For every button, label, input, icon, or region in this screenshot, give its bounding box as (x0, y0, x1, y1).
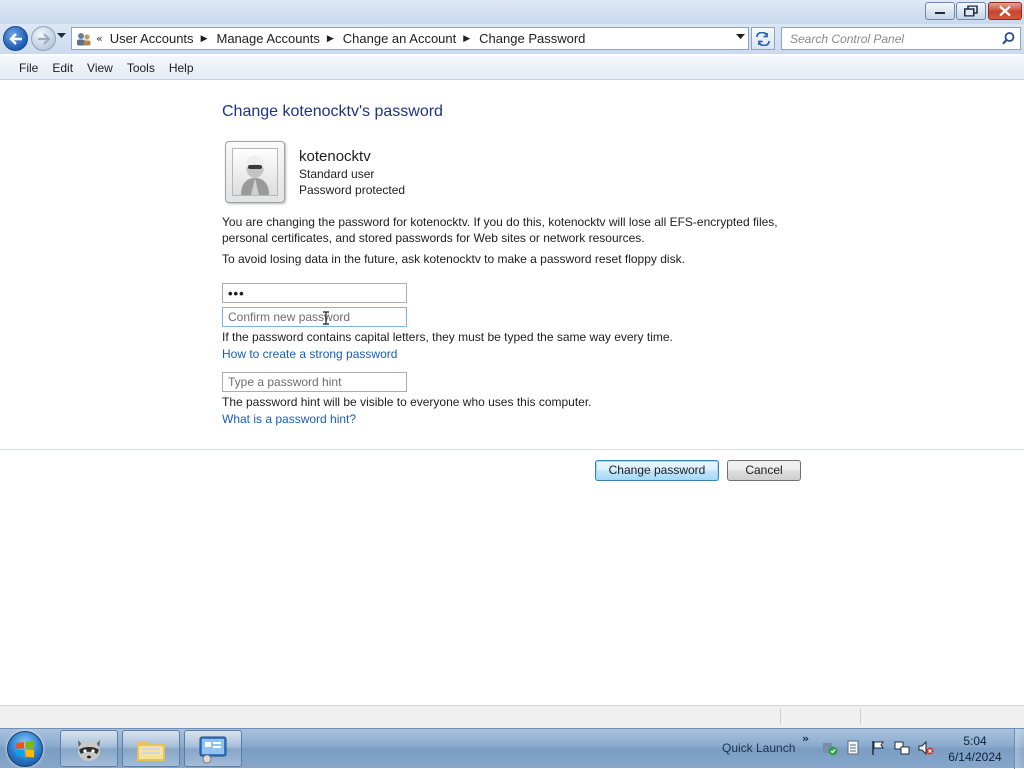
menu-file[interactable]: File (12, 59, 45, 77)
warning-text: You are changing the password for koteno… (222, 215, 778, 245)
folder-icon (137, 740, 165, 761)
strong-password-link[interactable]: How to create a strong password (222, 347, 397, 361)
control-panel-icon (199, 736, 227, 763)
back-button[interactable] (3, 26, 28, 51)
quick-launch-label[interactable]: Quick Launch (722, 741, 795, 755)
breadcrumb-user-accounts[interactable]: User Accounts (107, 31, 197, 46)
cancel-button[interactable]: Cancel (727, 460, 801, 481)
taskbar-app-control-panel[interactable] (184, 730, 242, 767)
windows-logo-icon (16, 740, 34, 758)
divider (0, 449, 1024, 450)
quick-launch-chevron-icon[interactable]: » (802, 732, 809, 745)
action-center-flag-icon[interactable] (868, 737, 888, 759)
system-tray (820, 737, 936, 759)
hint-visibility-note: The password hint will be visible to eve… (222, 395, 592, 409)
password-hint-field[interactable] (222, 372, 407, 392)
refresh-icon (756, 31, 770, 46)
main-content: Change kotenocktv's password kotenocktv … (0, 81, 1024, 705)
menu-bar: File Edit View Tools Help (0, 56, 1024, 80)
forward-arrow-icon (37, 32, 51, 45)
user-account-type: Standard user (299, 167, 375, 181)
search-input[interactable] (782, 28, 992, 49)
back-arrow-icon (8, 32, 22, 45)
status-bar (0, 705, 1024, 728)
menu-edit[interactable]: Edit (45, 59, 80, 77)
minimize-icon (935, 12, 945, 14)
status-separator (860, 709, 861, 725)
close-icon (999, 5, 1011, 17)
new-password-field[interactable] (222, 283, 407, 303)
forward-button[interactable] (31, 26, 56, 51)
menu-tools[interactable]: Tools (120, 59, 162, 77)
taskbar-app-explorer[interactable] (122, 730, 180, 767)
minimize-button[interactable] (925, 2, 955, 20)
navigation-bar: « User Accounts ▶ Manage Accounts ▶ Chan… (0, 24, 1024, 54)
user-accounts-icon (74, 29, 94, 49)
start-button[interactable] (3, 730, 47, 768)
menu-help[interactable]: Help (162, 59, 201, 77)
clock[interactable]: 5:04 6/14/2024 (942, 733, 1008, 765)
address-dropdown-chevron-icon[interactable] (736, 34, 745, 40)
breadcrumb-arrow-icon[interactable]: ▶ (463, 34, 470, 44)
address-bar[interactable]: « User Accounts ▶ Manage Accounts ▶ Chan… (71, 27, 749, 50)
document-icon[interactable] (844, 737, 864, 759)
search-icon[interactable] (1002, 32, 1015, 45)
taskbar: Quick Launch » 5:04 6/14/2024 (0, 728, 1024, 769)
refresh-button[interactable] (751, 27, 775, 50)
recent-pages-chevron-down-icon[interactable] (57, 33, 66, 39)
volume-muted-icon[interactable] (916, 737, 936, 759)
user-name: kotenocktv (299, 148, 371, 165)
avatar (225, 141, 285, 203)
capital-letters-note: If the password contains capital letters… (222, 330, 673, 344)
change-password-button[interactable]: Change password (595, 460, 719, 481)
clock-time: 5:04 (963, 734, 987, 748)
title-bar (0, 0, 1024, 24)
password-hint-help-link[interactable]: What is a password hint? (222, 412, 356, 426)
restore-button[interactable] (956, 2, 986, 20)
breadcrumb-change-an-account[interactable]: Change an Account (340, 31, 459, 46)
breadcrumb-overflow[interactable]: « (96, 32, 103, 45)
restore-icon (964, 5, 978, 17)
close-button[interactable] (988, 2, 1022, 20)
breadcrumb-arrow-icon[interactable]: ▶ (201, 34, 208, 44)
user-picture-icon (241, 155, 269, 195)
search-box[interactable] (781, 27, 1021, 50)
text-cursor-icon (323, 311, 329, 325)
breadcrumb-manage-accounts[interactable]: Manage Accounts (213, 31, 322, 46)
advice-text: To avoid losing data in the future, ask … (222, 252, 685, 266)
raccoon-icon (78, 739, 100, 761)
user-password-status: Password protected (299, 183, 406, 197)
clock-date: 6/14/2024 (948, 750, 1002, 764)
page-title: Change kotenocktv's password (222, 103, 443, 120)
breadcrumb-change-password[interactable]: Change Password (476, 31, 588, 46)
confirm-password-field[interactable] (222, 307, 407, 327)
taskbar-app-raccoon[interactable] (60, 730, 118, 767)
breadcrumb-arrow-icon[interactable]: ▶ (327, 34, 334, 44)
network-icon[interactable] (892, 737, 912, 759)
show-desktop-button[interactable] (1014, 729, 1024, 769)
status-separator (780, 709, 781, 725)
security-shield-icon[interactable] (820, 737, 840, 759)
menu-view[interactable]: View (80, 59, 120, 77)
